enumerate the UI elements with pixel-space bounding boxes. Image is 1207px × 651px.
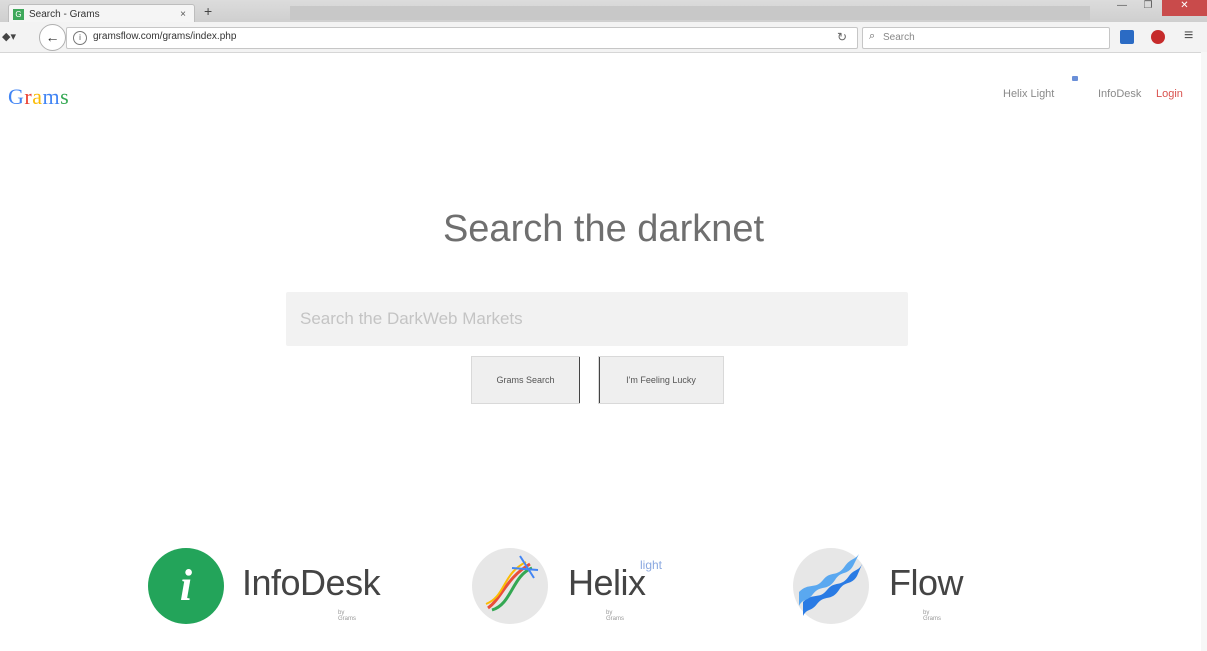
- product-byline: by Grams: [338, 610, 356, 622]
- history-dropdown-icon[interactable]: ◆▾: [2, 30, 16, 43]
- product-name: Flow: [889, 562, 964, 603]
- search-input[interactable]: [286, 292, 908, 346]
- grams-search-button[interactable]: Grams Search: [471, 356, 580, 404]
- blue-wave-icon: [793, 548, 869, 624]
- infodesk-i-icon: i: [148, 548, 224, 624]
- nav-link-infodesk[interactable]: InfoDesk: [1098, 88, 1141, 100]
- grams-favicon-icon: G: [13, 8, 24, 20]
- address-bar[interactable]: i gramsflow.com/grams/index.php ↻: [66, 27, 858, 49]
- wave-svg: [799, 554, 863, 616]
- nav-link-helix[interactable]: Helix Light: [1003, 88, 1054, 100]
- tab-strip-background: [290, 6, 1090, 20]
- product-byline: by Grams: [923, 610, 941, 622]
- helix-badge-icon: [1072, 76, 1078, 81]
- minimize-button[interactable]: —: [1110, 0, 1134, 16]
- grams-logo[interactable]: Grams: [8, 84, 69, 110]
- maximize-button[interactable]: ❐: [1136, 0, 1160, 16]
- dna-helix-svg: [485, 555, 539, 612]
- url-text[interactable]: gramsflow.com/grams/index.php: [93, 31, 236, 42]
- browser-tab[interactable]: G Search - Grams ×: [8, 4, 195, 23]
- product-byline: by Grams: [606, 610, 624, 622]
- product-name: Helix: [568, 562, 646, 603]
- browser-search-bar[interactable]: ⌕ Search: [862, 27, 1110, 49]
- tab-strip: G Search - Grams × + — ❐ ✕: [0, 0, 1207, 23]
- logo-letter: a: [32, 84, 43, 109]
- tab-close-icon[interactable]: ×: [180, 9, 186, 20]
- reload-icon[interactable]: ↻: [837, 30, 847, 44]
- addon-icon[interactable]: [1151, 30, 1165, 44]
- navigation-bar: ◆▾ ← i gramsflow.com/grams/index.php ↻ ⌕…: [0, 22, 1207, 53]
- browser-search-placeholder: Search: [883, 32, 915, 43]
- page-headline: Search the darknet: [442, 208, 765, 250]
- product-light-label: light: [640, 558, 663, 572]
- feeling-lucky-button[interactable]: I'm Feeling Lucky: [598, 356, 724, 404]
- search-icon: ⌕: [869, 30, 876, 42]
- back-button[interactable]: ←: [39, 24, 66, 51]
- logo-letter: m: [42, 84, 61, 109]
- site-info-icon[interactable]: i: [73, 31, 87, 45]
- page-scrollbar[interactable]: [1201, 52, 1207, 651]
- dna-helix-icon: [472, 548, 548, 624]
- nav-link-login[interactable]: Login: [1156, 88, 1183, 100]
- product-name: InfoDesk: [242, 562, 381, 603]
- logo-letter: s: [60, 84, 70, 109]
- new-tab-button[interactable]: +: [204, 4, 212, 18]
- window-close-button[interactable]: ✕: [1162, 0, 1207, 16]
- back-arrow-icon: ←: [45, 29, 60, 45]
- tab-title: Search - Grams: [29, 8, 100, 20]
- logo-letter: G: [8, 84, 25, 109]
- extension-icon[interactable]: [1120, 30, 1134, 44]
- menu-icon[interactable]: ≡: [1184, 27, 1193, 45]
